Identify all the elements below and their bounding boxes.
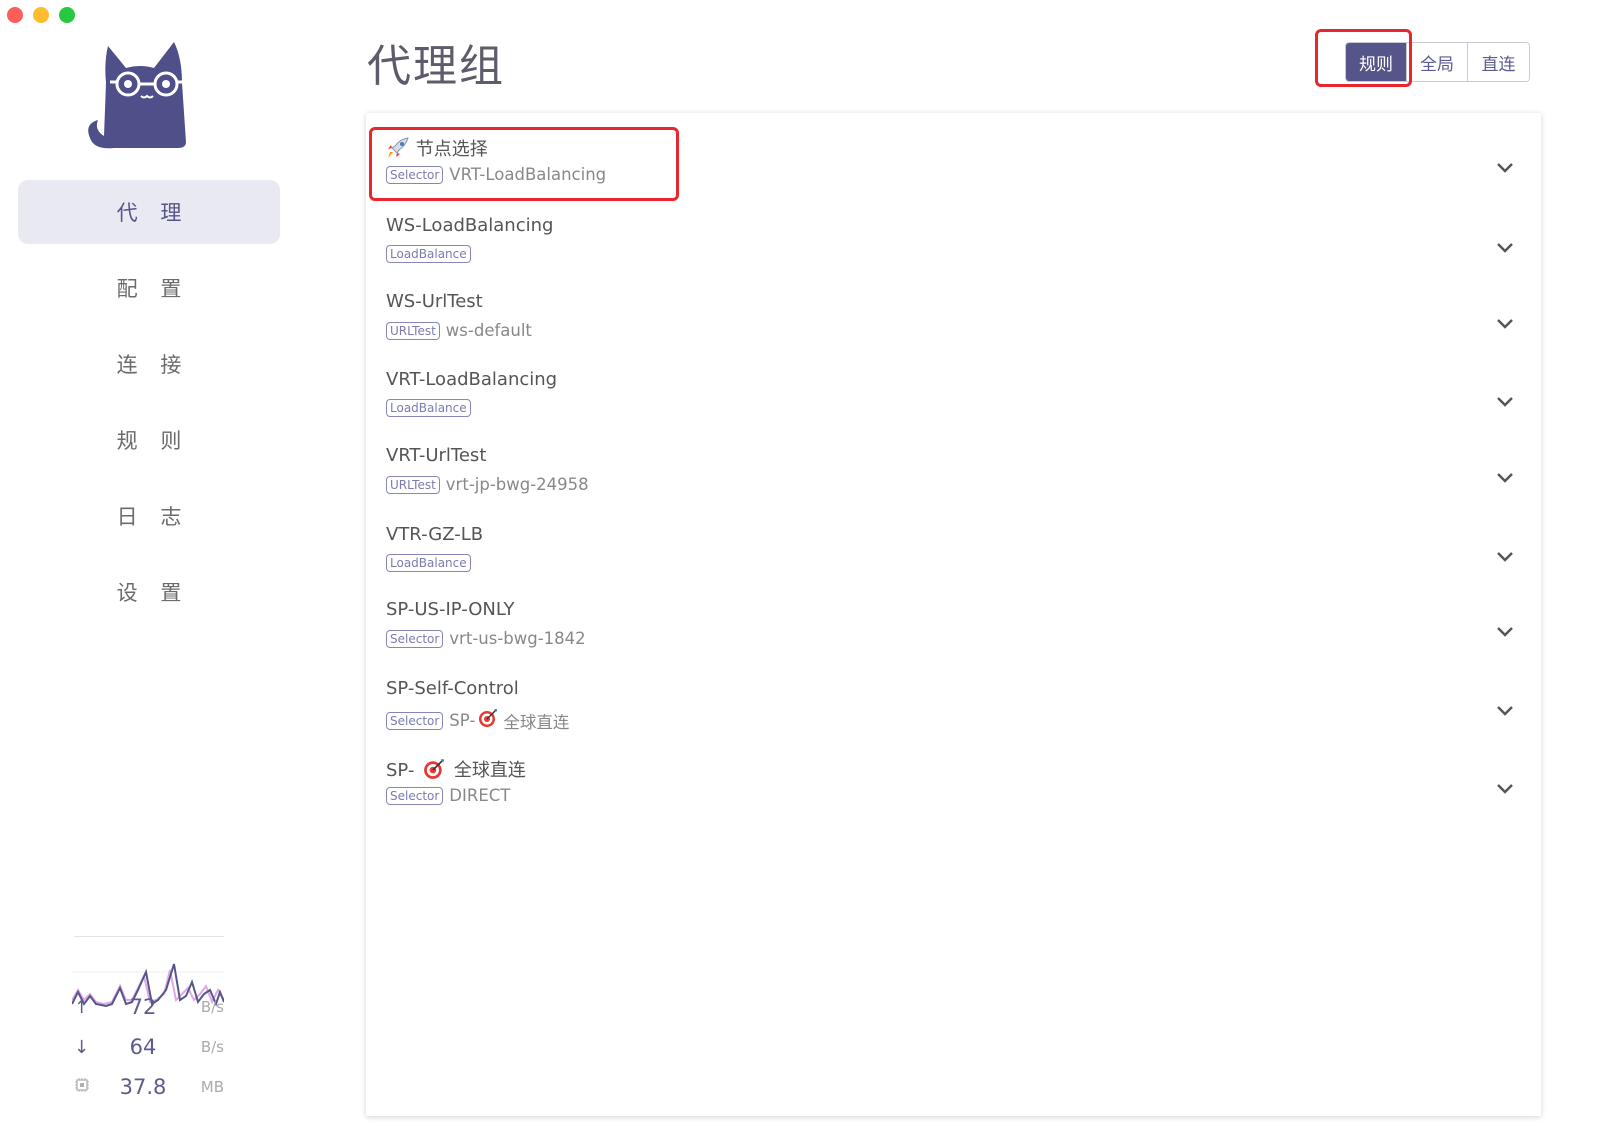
proxy-group-vtr-gz-lb[interactable]: VTR-GZ-LB LoadBalance [386, 524, 1516, 598]
proxy-group-vrt-loadbalancing[interactable]: VRT-LoadBalancing LoadBalance [386, 369, 1516, 443]
group-name: VRT-UrlTest [386, 445, 487, 466]
main-nav: 代 理 配 置 连 接 规 则 日 志 设 置 [18, 180, 280, 636]
highlight-annotation-group [369, 127, 679, 201]
group-type-badge: LoadBalance [386, 399, 471, 417]
proxy-group-ws-loadbalancing[interactable]: WS-LoadBalancing LoadBalance [386, 215, 1516, 289]
group-current-node: vrt-us-bwg-1842 [449, 629, 586, 648]
group-meta: URLTest vrt-jp-bwg-24958 [386, 475, 589, 494]
target-icon [478, 708, 498, 733]
group-current-node: ws-default [445, 321, 532, 340]
proxy-group-sp-self-control[interactable]: SP-Self-Control Selector SP- 全球直连 [386, 678, 1516, 752]
group-name: SP- 全球直连 [386, 756, 526, 785]
group-meta: LoadBalance [386, 399, 477, 417]
nav-item-settings[interactable]: 设 置 [18, 560, 280, 624]
target-icon [423, 758, 445, 785]
nav-item-logs[interactable]: 日 志 [18, 484, 280, 548]
group-name: SP-Self-Control [386, 678, 519, 699]
group-current-node: vrt-jp-bwg-24958 [445, 475, 589, 494]
mode-direct-button[interactable]: 直连 [1468, 43, 1529, 81]
chevron-down-icon[interactable] [1494, 471, 1516, 485]
group-name: VTR-GZ-LB [386, 524, 484, 545]
chevron-down-icon[interactable] [1494, 241, 1516, 255]
group-meta: Selector vrt-us-bwg-1842 [386, 629, 586, 648]
page-title: 代理组 [367, 41, 505, 92]
proxy-group-sp-global-direct[interactable]: SP- 全球直连 Selector DIRECT [386, 756, 1516, 830]
memory-value: 37.8 [119, 1075, 167, 1099]
nav-item-connections[interactable]: 连 接 [18, 332, 280, 396]
proxy-group-vrt-urltest[interactable]: VRT-UrlTest URLTest vrt-jp-bwg-24958 [386, 445, 1516, 519]
download-value: 64 [129, 1035, 157, 1059]
group-meta: URLTest ws-default [386, 321, 532, 340]
group-type-badge: URLTest [386, 475, 440, 494]
highlight-annotation-mode [1315, 29, 1412, 87]
proxy-group-sp-us-ip-only[interactable]: SP-US-IP-ONLY Selector vrt-us-bwg-1842 [386, 599, 1516, 673]
group-type-badge: Selector [386, 711, 444, 730]
nav-item-rules[interactable]: 规 则 [18, 408, 280, 472]
upload-speed: ↑ 72 B/s [74, 992, 224, 1022]
group-name: SP-US-IP-ONLY [386, 599, 515, 620]
proxy-groups-card: 节点选择 Selector VRT-LoadBalancing WS-LoadB… [366, 113, 1541, 1116]
chevron-down-icon[interactable] [1494, 550, 1516, 564]
nav-item-proxy[interactable]: 代 理 [18, 180, 280, 244]
upload-unit: B/s [200, 998, 224, 1016]
chevron-down-icon[interactable] [1494, 782, 1516, 796]
group-type-badge: LoadBalance [386, 245, 471, 263]
chevron-down-icon[interactable] [1494, 395, 1516, 409]
group-name-text: 全球直连 [453, 760, 526, 781]
group-type-badge: LoadBalance [386, 554, 471, 572]
group-current-node: 全球直连 [503, 712, 570, 732]
group-type-badge: Selector [386, 786, 444, 805]
traffic-chart-baseline [74, 936, 224, 937]
group-meta: Selector DIRECT [386, 786, 510, 805]
group-type-badge: URLTest [386, 321, 440, 340]
chevron-down-icon[interactable] [1494, 161, 1516, 175]
group-name: WS-UrlTest [386, 291, 483, 312]
download-unit: B/s [200, 1038, 224, 1056]
group-name: VRT-LoadBalancing [386, 369, 558, 390]
mode-global-button[interactable]: 全局 [1407, 43, 1468, 81]
chip-icon [74, 1077, 96, 1098]
download-speed: ↓ 64 B/s [74, 1032, 224, 1062]
proxy-group-ws-urltest[interactable]: WS-UrlTest URLTest ws-default [386, 291, 1516, 365]
memory-usage: 37.8 MB [74, 1072, 224, 1102]
group-meta: LoadBalance [386, 245, 477, 263]
memory-unit: MB [200, 1078, 224, 1096]
arrow-up-icon: ↑ [74, 996, 90, 1018]
chevron-down-icon[interactable] [1494, 317, 1516, 331]
arrow-down-icon: ↓ [74, 1036, 90, 1058]
chevron-down-icon[interactable] [1494, 625, 1516, 639]
cat-logo-icon [88, 42, 186, 149]
group-name: WS-LoadBalancing [386, 215, 554, 236]
group-name-prefix: SP- [386, 760, 415, 781]
chevron-down-icon[interactable] [1494, 704, 1516, 718]
group-current-node: DIRECT [449, 786, 511, 805]
group-current-node-prefix: SP- [449, 711, 476, 730]
upload-value: 72 [129, 995, 157, 1019]
sidebar: 代 理 配 置 连 接 规 则 日 志 设 置 ↑ 72 B/s ↓ 64 B/… [0, 0, 290, 1134]
group-meta: Selector SP- 全球直连 [386, 708, 569, 733]
nav-item-config[interactable]: 配 置 [18, 256, 280, 320]
group-meta: LoadBalance [386, 554, 477, 572]
group-type-badge: Selector [386, 629, 444, 648]
